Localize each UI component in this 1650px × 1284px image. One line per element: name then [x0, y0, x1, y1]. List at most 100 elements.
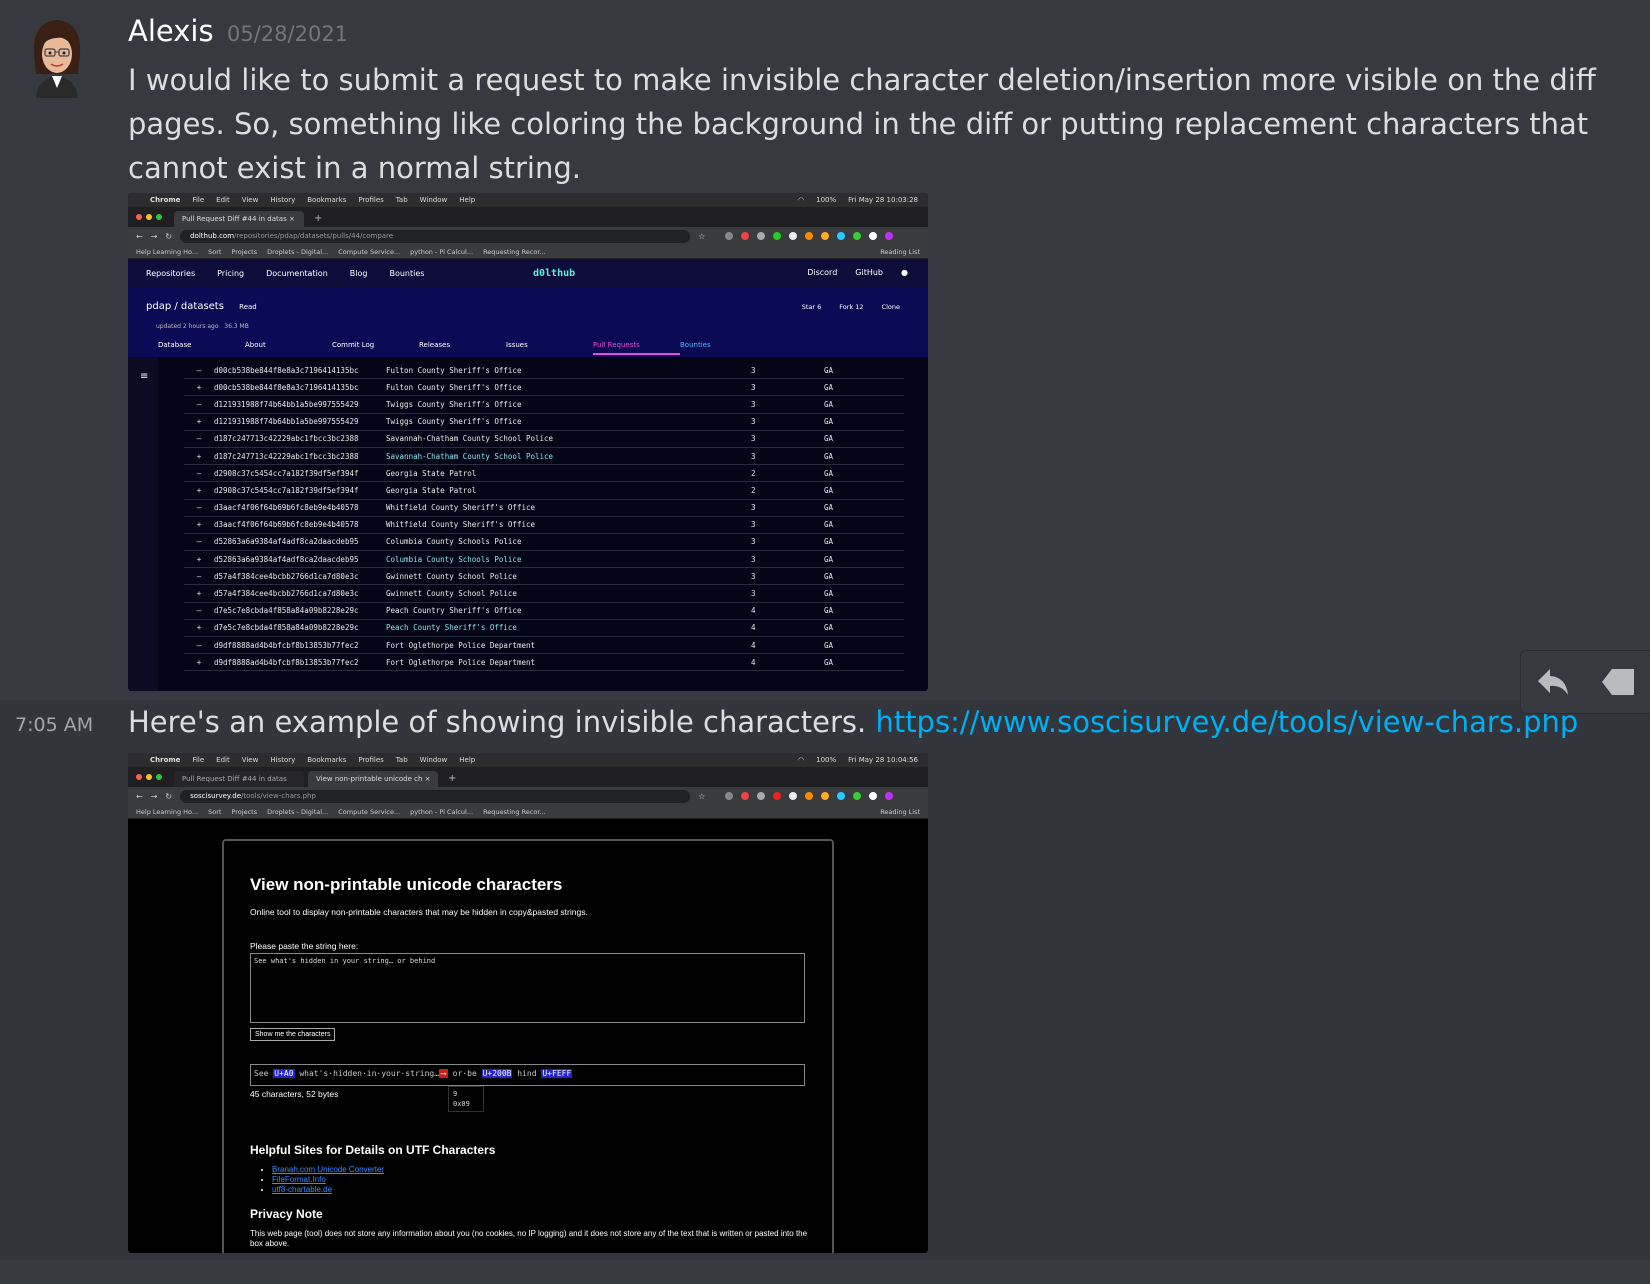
new-tab-icon[interactable]: +: [314, 213, 322, 224]
tab-commit-log[interactable]: Commit Log: [332, 341, 419, 355]
row-state: GA: [824, 520, 834, 530]
repo-name[interactable]: datasets: [181, 301, 224, 312]
reload-icon[interactable]: ↻: [165, 792, 172, 801]
repo-size: 36.3 MB: [224, 323, 249, 330]
row-state: GA: [824, 417, 834, 427]
nav-blog[interactable]: Blog: [350, 269, 368, 278]
reply-arrow-icon[interactable]: [1521, 650, 1585, 714]
row-id: d121931988f74b64bb1a5be997555429: [214, 399, 359, 409]
nav-pricing[interactable]: Pricing: [217, 269, 244, 278]
row-number: 3: [751, 537, 756, 547]
nav-documentation[interactable]: Documentation: [266, 269, 328, 278]
row-state: GA: [824, 640, 834, 650]
tab-issues[interactable]: Issues: [506, 341, 593, 355]
agency-name: Savannah-Chatham County School Police: [386, 434, 554, 444]
agency-name: Twiggs County Sheriff's Office: [386, 417, 522, 427]
menu-icon[interactable]: ≡: [140, 371, 148, 382]
tab-marker[interactable]: ⟶: [439, 1069, 448, 1078]
bookmark[interactable]: Sort: [208, 808, 221, 816]
browser-tab[interactable]: Pull Request Diff #44 in datas: [174, 771, 304, 787]
link-branah[interactable]: Branah.com Unicode Converter: [272, 1165, 384, 1174]
row-id: d2908c37c5454cc7a182f39df5ef394f: [214, 485, 359, 495]
menu-item: File: [192, 756, 205, 764]
message-text-body: Here's an example of showing invisible c…: [128, 705, 876, 739]
fork-button[interactable]: Fork 12: [839, 303, 863, 311]
bookmark[interactable]: python - Pi Calcul...: [410, 808, 473, 816]
tab-releases[interactable]: Releases: [419, 341, 506, 355]
table-row: + d52863a6a9384af4adf8ca2daacdeb95 Columbi…: [184, 551, 904, 569]
reading-list[interactable]: Reading List: [880, 248, 920, 256]
menu-item: Bookmarks: [307, 756, 347, 764]
avatar[interactable]: [28, 14, 86, 98]
forward-icon[interactable]: →: [151, 792, 158, 801]
author-name[interactable]: Alexis: [128, 14, 214, 48]
row-state: GA: [824, 451, 834, 461]
url-field[interactable]: dolthub.com/repositories/pdap/datasets/p…: [180, 229, 691, 243]
tab-pull-requests[interactable]: Pull Requests: [593, 341, 680, 355]
row-number: 3: [751, 554, 756, 564]
tab-database[interactable]: Database: [158, 341, 245, 355]
clone-button[interactable]: Clone: [882, 303, 900, 311]
bookmark[interactable]: Compute Service...: [338, 808, 400, 816]
row-number: 4: [751, 640, 756, 650]
row-state: GA: [824, 468, 834, 478]
reading-list[interactable]: Reading List: [880, 808, 920, 816]
tab-bounties[interactable]: Bounties: [680, 341, 767, 355]
menu-item: History: [270, 196, 296, 204]
row-state: GA: [824, 589, 834, 599]
menu-item: Chrome: [150, 756, 181, 764]
attachment-image-soscisurvey[interactable]: Chrome File Edit View History Bookmarks …: [128, 753, 928, 1253]
browser-tab[interactable]: Pull Request Diff #44 in datas ×: [174, 211, 304, 227]
link-fileformat[interactable]: FileFormat.Info: [272, 1175, 326, 1184]
repo-owner[interactable]: pdap: [146, 301, 171, 312]
discord-link[interactable]: Discord: [807, 268, 837, 277]
bookmark[interactable]: Compute Service...: [338, 248, 400, 256]
bookmark[interactable]: Requesting Recor...: [483, 808, 546, 816]
bookmark[interactable]: Droplets - Digital...: [267, 248, 328, 256]
user-avatar-icon[interactable]: ●: [901, 268, 908, 277]
nav-repositories[interactable]: Repositories: [146, 269, 195, 278]
show-characters-button[interactable]: Show me the characters: [250, 1028, 336, 1041]
reload-icon[interactable]: ↻: [165, 232, 172, 241]
bookmark[interactable]: Projects: [231, 248, 257, 256]
string-input[interactable]: See what's hidden in your string… or beh…: [250, 953, 805, 1023]
star-icon[interactable]: ☆: [698, 232, 705, 241]
star-icon[interactable]: ☆: [698, 792, 705, 801]
dolthub-logo[interactable]: d0lthub: [533, 268, 575, 279]
diff-sign: +: [196, 520, 202, 530]
nav-bounties[interactable]: Bounties: [389, 269, 424, 278]
bookmark[interactable]: Droplets - Digital...: [267, 808, 328, 816]
back-icon[interactable]: ←: [136, 232, 143, 241]
url-field[interactable]: soscisurvey.de/tools/view-chars.php: [180, 789, 691, 803]
tab-about[interactable]: About: [245, 341, 332, 355]
github-link[interactable]: GitHub: [855, 268, 883, 277]
bookmark[interactable]: Sort: [208, 248, 221, 256]
row-id: d3aacf4f06f64b69b6fc8eb9e4b40578: [214, 503, 359, 513]
row-number: 2: [751, 485, 756, 495]
attachment-image-dolthub[interactable]: Chrome File Edit View History Bookmarks …: [128, 193, 928, 691]
back-icon[interactable]: ←: [136, 792, 143, 801]
bookmark[interactable]: Help Learning Ho...: [136, 808, 198, 816]
row-state: GA: [824, 606, 834, 616]
bookmark[interactable]: Requesting Recor...: [483, 248, 546, 256]
link-utf8-chartable[interactable]: utf8-chartable.de: [272, 1185, 332, 1194]
forward-icon[interactable]: →: [151, 232, 158, 241]
new-tab-icon[interactable]: +: [448, 773, 456, 784]
agency-name: Georgia State Patrol: [386, 485, 477, 495]
browser-tab-active[interactable]: View non-printable unicode ch ×: [308, 771, 438, 787]
bookmark[interactable]: python - Pi Calcul...: [410, 248, 473, 256]
tag-icon[interactable]: [1585, 650, 1649, 714]
row-number: 3: [751, 417, 756, 427]
menu-item: Help: [459, 196, 476, 204]
unicode-marker: U+A0: [273, 1069, 295, 1078]
row-number: 3: [751, 365, 756, 375]
message-link[interactable]: https://www.soscisurvey.de/tools/view-ch…: [875, 705, 1578, 739]
bookmark[interactable]: Help Learning Ho...: [136, 248, 198, 256]
row-id: d7e5c7e8cbda4f858a84a09b8228e29c: [214, 623, 359, 633]
row-id: d2908c37c5454cc7a182f39df5ef394f: [214, 468, 359, 478]
bookmarks-bar: Help Learning Ho... Sort Projects Drople…: [128, 245, 928, 259]
agency-name: Savannah-Chatham County School Police: [386, 451, 554, 461]
table-row: + d00cb538be844f8e8a3c7196414135bc Fulton …: [184, 379, 904, 397]
star-button[interactable]: Star 6: [802, 303, 822, 311]
bookmark[interactable]: Projects: [231, 808, 257, 816]
